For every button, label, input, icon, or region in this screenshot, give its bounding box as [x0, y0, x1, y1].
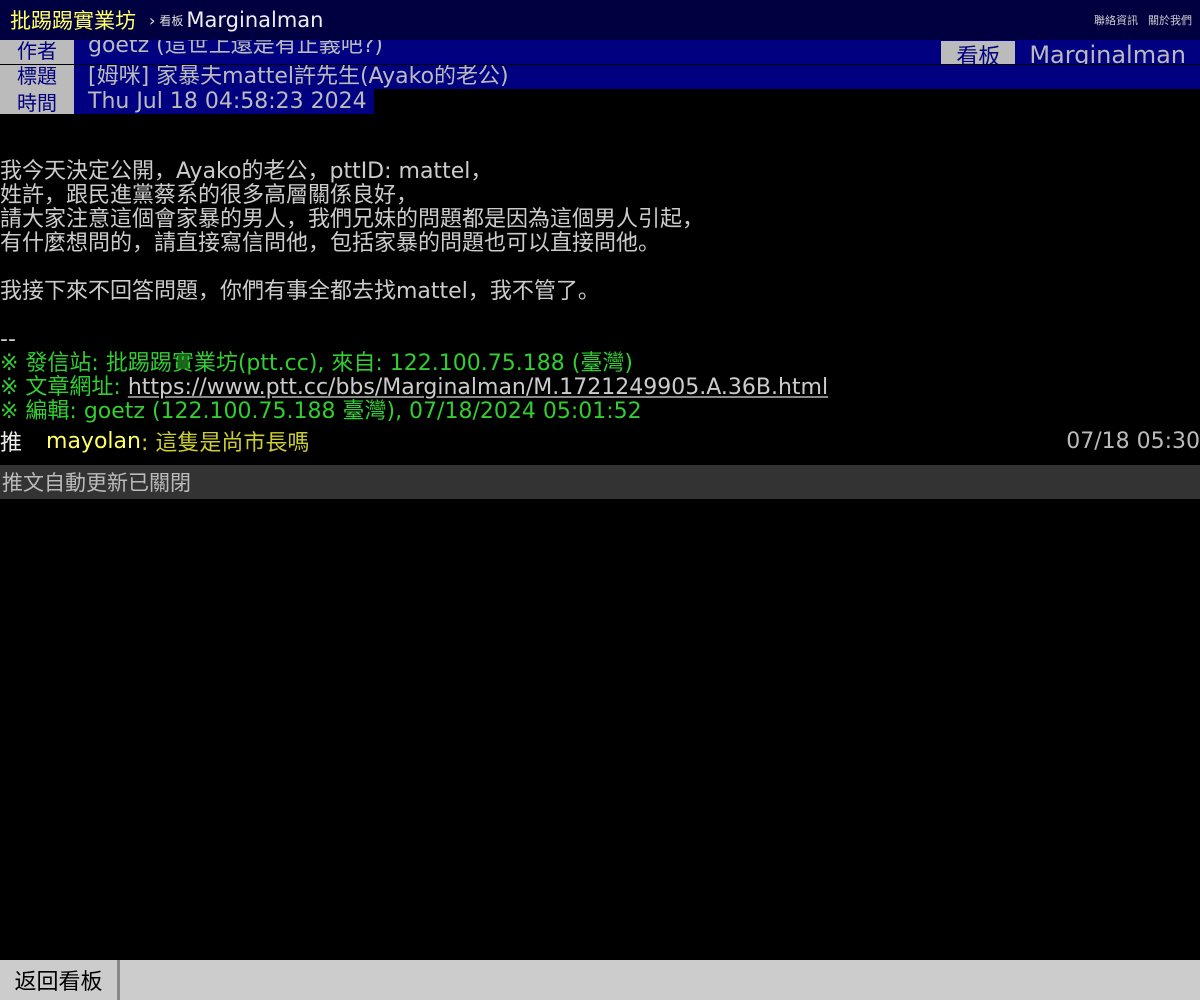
author-row: 作者 goetz (這世上還是有正義吧?) 看板 Marginalman — [0, 40, 1200, 64]
time-value: Thu Jul 18 04:58:23 2024 — [88, 89, 367, 114]
bottom-bar: 返回看板 — [0, 960, 1200, 1000]
breadcrumb-board-link[interactable]: Marginalman — [186, 8, 323, 32]
site-name-link[interactable]: 批踢踢實業坊 — [10, 5, 136, 35]
author-value: goetz (這世上還是有正義吧?) — [88, 40, 383, 58]
signature-url-prefix: ※ 文章網址: — [0, 375, 128, 400]
top-navigation-bar: 批踢踢實業坊 › 看板 Marginalman 聯絡資訊 關於我們 — [0, 0, 1200, 40]
back-to-board-button[interactable]: 返回看板 — [0, 960, 120, 1000]
push-user: mayolan — [46, 428, 141, 454]
signature-post-info: ※ 發信站: 批踢踢實業坊(ptt.cc), 來自: 122.100.75.18… — [0, 351, 633, 376]
body-line: 請大家注意這個會家暴的男人，我們兄妹的問題都是因為這個男人引起， — [0, 207, 705, 232]
board-value: Marginalman — [1029, 40, 1186, 65]
push-content: : 這隻是尚市長嗎 — [140, 431, 310, 456]
breadcrumb-board-label: 看板 — [159, 13, 184, 28]
title-value: [姆咪] 家暴夫mattel許先生(Ayako的老公) — [88, 65, 509, 89]
push-comment: 推 mayolan : 這隻是尚市長嗎 07/18 05:30 — [0, 428, 1200, 457]
author-tag: 作者 — [0, 40, 74, 64]
top-links: 聯絡資訊 關於我們 — [1094, 12, 1192, 28]
article-body: 我今天決定公開，Ayako的老公，pttID: mattel， 姓許，跟民進黨蔡… — [0, 160, 1200, 424]
title-row: 標題 [姆咪] 家暴夫mattel許先生(Ayako的老公) — [0, 65, 1200, 89]
breadcrumb-separator: › — [149, 10, 156, 30]
title-tag: 標題 — [0, 65, 74, 89]
signature-separator: -- — [0, 327, 16, 352]
push-tag: 推 — [0, 431, 23, 456]
time-row: 時間 Thu Jul 18 04:58:23 2024 — [0, 89, 374, 114]
push-time: 07/18 05:30 — [1066, 428, 1200, 454]
body-line: 姓許，跟民進黨蔡系的很多高層關係良好， — [0, 183, 419, 208]
body-line: 我今天決定公開，Ayako的老公，pttID: mattel， — [0, 159, 493, 184]
about-link[interactable]: 關於我們 — [1148, 12, 1192, 28]
board-tag: 看板 — [941, 40, 1016, 64]
body-line: 有什麼想問的，請直接寫信問他，包括家暴的問題也可以直接問他。 — [0, 231, 661, 256]
time-tag: 時間 — [0, 89, 74, 114]
article-metadata: 作者 goetz (這世上還是有正義吧?) 看板 Marginalman 標題 … — [0, 40, 1200, 114]
signature-edit-info: ※ 編輯: goetz (122.100.75.188 臺灣), 07/18/2… — [0, 399, 642, 424]
article-url-link[interactable]: https://www.ptt.cc/bbs/Marginalman/M.172… — [128, 375, 828, 400]
body-line: 我接下來不回答問題，你們有事全都去找mattel，我不管了。 — [0, 279, 600, 304]
signature-url-line: ※ 文章網址: https://www.ptt.cc/bbs/Marginalm… — [0, 376, 1200, 400]
auto-update-status: 推文自動更新已關閉 — [0, 465, 1200, 499]
board-info: 看板 Marginalman — [941, 40, 1200, 64]
contact-link[interactable]: 聯絡資訊 — [1094, 12, 1138, 28]
